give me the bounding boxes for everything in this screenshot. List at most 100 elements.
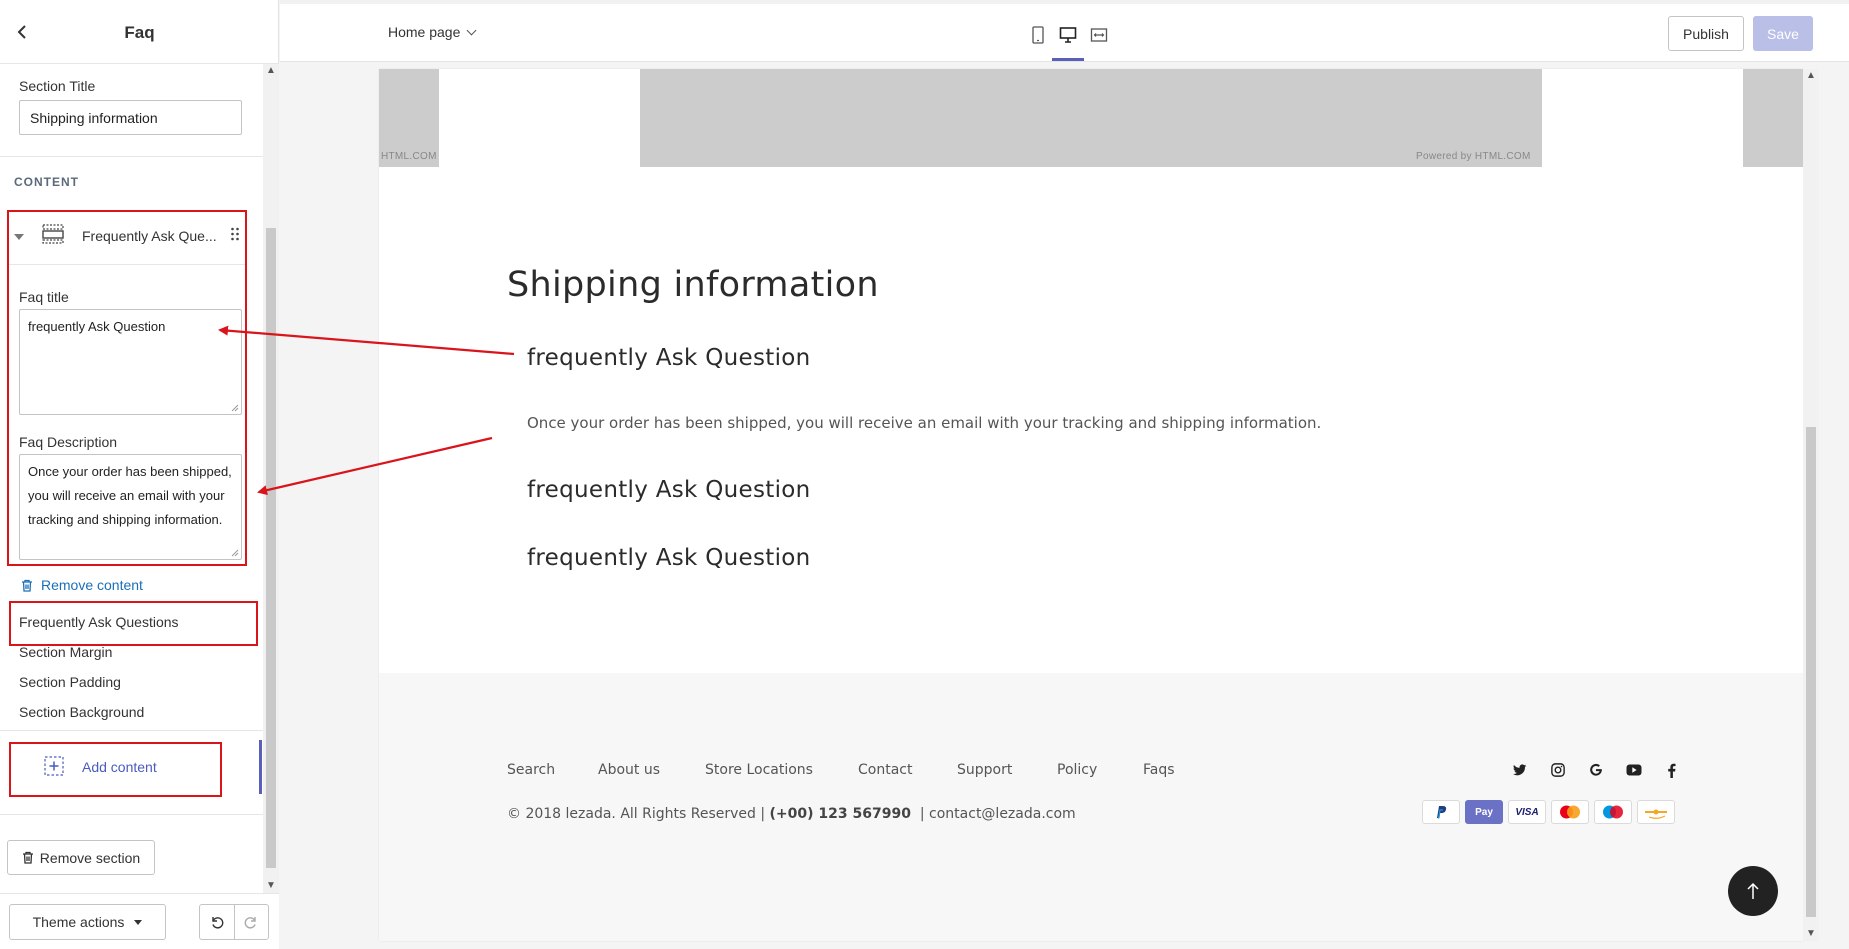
instagram-icon (1551, 763, 1565, 777)
faq-title-textarea[interactable]: frequently Ask Question (19, 309, 242, 415)
publish-button[interactable]: Publish (1668, 16, 1744, 51)
faq-question[interactable]: frequently Ask Question (527, 345, 811, 371)
footer-link-store-locations[interactable]: Store Locations (705, 762, 813, 778)
undo-redo-group (199, 904, 269, 940)
visa-payment-badge: VISA (1508, 800, 1546, 824)
banner-right (1743, 69, 1803, 167)
footer-link-about-us[interactable]: About us (598, 762, 660, 778)
scrollbar-thumb[interactable] (266, 228, 276, 868)
section-block-icon (42, 224, 64, 244)
scroll-down-arrow-icon[interactable]: ▼ (1803, 927, 1819, 941)
youtube-link[interactable] (1625, 761, 1643, 779)
scroll-up-arrow-icon[interactable]: ▲ (263, 64, 279, 78)
mastercard-payment-badge (1551, 800, 1589, 824)
remove-section-button[interactable]: Remove section (7, 840, 155, 875)
scroll-up-arrow-icon[interactable]: ▲ (1803, 69, 1819, 83)
menu-item-section-margin[interactable]: Section Margin (19, 644, 112, 660)
theme-actions-dropdown[interactable]: Theme actions (9, 904, 166, 940)
menu-item-frequently-ask-questions[interactable]: Frequently Ask Questions (19, 614, 179, 630)
faq-block-row[interactable]: Frequently Ask Que... (8, 212, 246, 264)
back-to-top-button[interactable] (1728, 866, 1778, 916)
chevron-down-icon (466, 25, 477, 35)
maestro-payment-badge (1594, 800, 1632, 824)
store-preview: HTML.COM Powered by HTML.COM Shipping in… (379, 69, 1803, 941)
menu-item-section-background[interactable]: Section Background (19, 704, 144, 720)
faq-question[interactable]: frequently Ask Question (527, 477, 811, 503)
desktop-icon (1059, 27, 1077, 43)
undo-button[interactable] (200, 905, 234, 939)
sidebar: Faq Section Title CONTENT Frequently Ask… (0, 0, 279, 949)
footer-link-faqs[interactable]: Faqs (1143, 762, 1175, 778)
remove-content-button[interactable]: Remove content (21, 577, 143, 593)
maestro-icon (1603, 805, 1623, 819)
page-selector-label: Home page (388, 24, 461, 40)
divider (8, 264, 246, 265)
scroll-down-arrow-icon[interactable]: ▼ (263, 879, 279, 893)
faq-title-text: frequently Ask Question (28, 319, 166, 334)
banner-powered-text: Powered by HTML.COM (1416, 151, 1531, 162)
google-link[interactable] (1587, 761, 1605, 779)
theme-actions-label: Theme actions (32, 914, 125, 930)
footer-link-policy[interactable]: Policy (1057, 762, 1097, 778)
section-title-input[interactable] (19, 100, 242, 135)
save-button[interactable]: Save (1753, 16, 1813, 51)
twitter-icon (1513, 763, 1527, 775)
add-content-button[interactable]: Add content (8, 740, 262, 794)
shop-pay-icon: Pay (1475, 806, 1493, 818)
scrollbar-thumb[interactable] (1806, 427, 1816, 917)
footer-link-support[interactable]: Support (957, 762, 1012, 778)
sidebar-header: Faq (0, 0, 279, 64)
mobile-view-button[interactable] (1027, 24, 1049, 46)
menu-item-section-padding[interactable]: Section Padding (19, 674, 121, 690)
undo-icon (212, 917, 224, 929)
top-bar: Home page Publish Save (280, 0, 1849, 62)
google-icon (1590, 763, 1602, 776)
visa-icon: VISA (1515, 806, 1539, 818)
faq-description-text: Once your order has been shipped, you wi… (28, 464, 232, 527)
store-footer: Search About us Store Locations Contact … (379, 673, 1803, 941)
expand-width-icon (1090, 28, 1108, 42)
caret-down-icon (134, 919, 143, 925)
remove-content-label: Remove content (41, 577, 143, 593)
faq-question[interactable]: frequently Ask Question (527, 545, 811, 571)
add-block-icon (44, 756, 64, 776)
copyright-prefix: © 2018 lezada. All Rights Reserved | (507, 806, 770, 822)
desktop-view-button[interactable] (1057, 24, 1079, 46)
sidebar-scrollbar[interactable]: ▲ ▼ (263, 64, 279, 893)
paypal-icon (1437, 806, 1447, 819)
preview-scrollbar[interactable]: ▲ ▼ (1803, 69, 1819, 941)
arrow-up-icon (1747, 882, 1759, 899)
content-heading: CONTENT (14, 175, 79, 189)
trash-icon (22, 851, 33, 864)
footer-phone: (+00) 123 567990 (769, 806, 911, 822)
card-icon (1645, 809, 1667, 819)
divider (0, 730, 263, 731)
active-device-indicator (1052, 58, 1084, 61)
drag-handle-icon[interactable] (230, 226, 240, 242)
footer-link-contact[interactable]: Contact (858, 762, 912, 778)
faq-section-title: Shipping information (507, 265, 879, 305)
faq-description-label: Faq Description (19, 434, 118, 450)
fullwidth-view-button[interactable] (1088, 24, 1110, 46)
redo-button[interactable] (233, 905, 268, 939)
resize-grip-icon[interactable] (231, 404, 239, 412)
instagram-link[interactable] (1549, 761, 1567, 779)
facebook-link[interactable] (1662, 761, 1680, 779)
page-selector[interactable]: Home page (388, 24, 477, 40)
caret-down-icon[interactable] (14, 234, 24, 240)
faq-description-textarea[interactable]: Once your order has been shipped, you wi… (19, 454, 242, 560)
sidebar-footer: Theme actions (0, 893, 279, 949)
block-name: Frequently Ask Que... (82, 228, 217, 244)
twitter-link[interactable] (1511, 761, 1529, 779)
remove-section-label: Remove section (39, 849, 141, 866)
divider (0, 814, 263, 815)
redo-icon (245, 917, 257, 929)
paypal-payment-badge (1422, 800, 1460, 824)
mastercard-icon (1560, 805, 1580, 819)
mobile-icon (1032, 26, 1044, 44)
footer-link-search[interactable]: Search (507, 762, 555, 778)
resize-grip-icon[interactable] (231, 549, 239, 557)
facebook-icon (1667, 763, 1676, 778)
card-payment-badge (1637, 800, 1675, 824)
sidebar-title: Faq (124, 23, 155, 42)
